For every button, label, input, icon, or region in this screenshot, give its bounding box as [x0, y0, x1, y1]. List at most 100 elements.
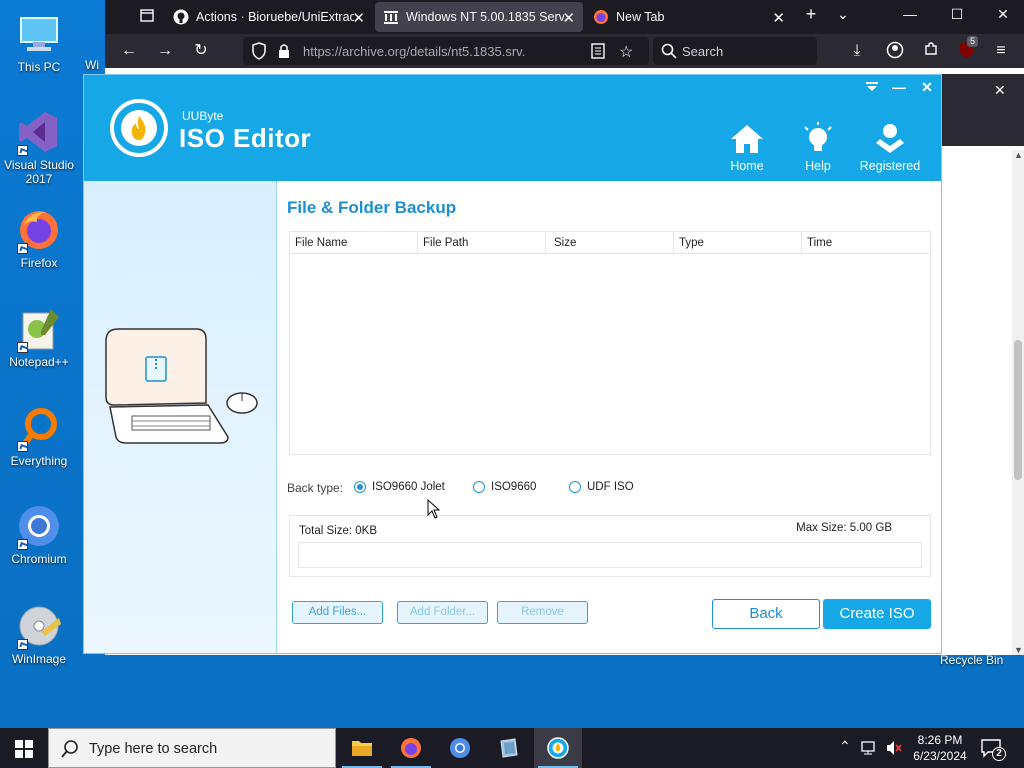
winimage-icon	[500, 738, 518, 758]
taskbar-winimage[interactable]	[485, 728, 533, 768]
add-folder-button[interactable]: Add Folder...	[397, 601, 488, 624]
taskbar-file-explorer[interactable]	[338, 728, 386, 768]
flame-icon	[131, 116, 146, 140]
mouse-cursor-icon	[427, 499, 441, 519]
firefox-icon	[593, 9, 609, 25]
start-button[interactable]	[0, 728, 48, 768]
extension-badge: 5	[967, 36, 979, 47]
tab-strip: Actions · Bioruebe/UniExtract ✕ Windows …	[105, 0, 1024, 34]
search-input[interactable]: Search	[653, 37, 817, 65]
tab-github-actions[interactable]: Actions · Bioruebe/UniExtract ✕	[165, 2, 373, 32]
list-all-tabs-icon[interactable]: ⌄	[833, 6, 853, 23]
desktop-icon-notepad-plus-plus[interactable]: Notepad++	[0, 305, 78, 369]
backup-file-table[interactable]: File Name File Path Size Type Time	[289, 231, 931, 455]
clock-date: 6/23/2024	[913, 749, 967, 763]
winimage-icon	[15, 602, 63, 650]
desktop-icon-everything[interactable]: Everything	[0, 404, 78, 468]
radio-udf-iso[interactable]: UDF ISO	[569, 481, 634, 493]
bookmark-star-icon[interactable]: ☆	[619, 42, 633, 62]
minimize-button[interactable]: —	[900, 6, 920, 22]
extensions-icon[interactable]	[921, 41, 941, 61]
app-brand: UUByte	[182, 109, 224, 123]
app-close-button[interactable]: ✕	[918, 79, 936, 96]
reader-view-icon[interactable]	[591, 43, 605, 62]
column-type[interactable]: Type	[674, 232, 802, 254]
everything-search-icon	[15, 404, 63, 452]
back-arrow-icon[interactable]: ←	[119, 41, 139, 61]
radio-selected-icon	[354, 481, 366, 493]
chromium-icon	[15, 502, 63, 550]
section-title: File & Folder Backup	[287, 198, 457, 217]
back-button[interactable]: Back	[712, 599, 820, 629]
reload-icon[interactable]: ↻	[191, 41, 211, 61]
desktop-icon-firefox[interactable]: Firefox	[0, 206, 78, 270]
maximize-button[interactable]: ☐	[947, 6, 967, 23]
registered-button[interactable]: Registered	[855, 121, 925, 173]
volume-muted-icon[interactable]	[885, 740, 903, 756]
page-scrollbar[interactable]: ▲ ▼	[1012, 150, 1024, 655]
ublock-origin-icon[interactable]: 5	[957, 36, 979, 61]
taskbar-uubyte-iso-editor[interactable]	[534, 728, 582, 768]
forward-arrow-icon[interactable]: →	[155, 41, 175, 61]
scroll-up-icon[interactable]: ▲	[1014, 150, 1023, 160]
shield-icon[interactable]	[251, 42, 267, 63]
radio-iso9660-joliet[interactable]: ISO9660 Jolet	[354, 481, 445, 493]
tab-archive-org[interactable]: Windows NT 5.00.1835 Server ✕	[375, 2, 583, 32]
system-clock[interactable]: 8:26 PM 6/23/2024	[908, 732, 972, 764]
radio-unselected-icon	[569, 481, 581, 493]
radio-unselected-icon	[473, 481, 485, 493]
notification-center-button[interactable]: 2	[980, 738, 1006, 761]
taskbar-chromium[interactable]	[436, 728, 484, 768]
app-minimize-button[interactable]: —	[890, 79, 908, 95]
column-file-path[interactable]: File Path	[418, 232, 546, 254]
close-window-button[interactable]: ✕	[993, 6, 1013, 23]
desktop-icon-chromium[interactable]: Chromium	[0, 502, 78, 566]
taskbar-search-box[interactable]: Type here to search	[48, 728, 336, 768]
laptop-illustration	[105, 328, 258, 444]
url-bar[interactable]: https://archive.org/details/nt5.1835.srv…	[243, 37, 649, 65]
column-size[interactable]: Size	[546, 232, 674, 254]
taskbar-firefox[interactable]	[387, 728, 435, 768]
close-tab-icon[interactable]: ✕	[562, 9, 575, 27]
recycle-bin-label[interactable]: Recycle Bin	[940, 653, 1003, 667]
url-text: https://archive.org/details/nt5.1835.srv…	[303, 44, 525, 59]
add-files-button[interactable]: Add Files...	[292, 601, 383, 624]
desktop-icon-this-pc[interactable]: This PC	[0, 10, 78, 74]
app-header: UUByte ISO Editor — ✕ Home Help Register…	[84, 75, 941, 181]
size-progress-bar	[298, 542, 922, 568]
network-icon[interactable]	[861, 740, 879, 756]
account-icon[interactable]	[885, 41, 905, 61]
registered-user-icon	[872, 121, 908, 157]
column-time[interactable]: Time	[802, 232, 930, 254]
remove-button[interactable]: Remove	[497, 601, 588, 624]
firefox-icon	[15, 206, 63, 254]
file-explorer-icon	[352, 741, 372, 756]
desktop-icon-winimage[interactable]: WinImage	[0, 602, 78, 666]
tab-overview-icon[interactable]	[137, 7, 157, 27]
close-tab-icon[interactable]: ✕	[352, 9, 365, 27]
create-iso-button[interactable]: Create ISO	[823, 599, 931, 629]
desktop-icon-visual-studio[interactable]: Visual Studio 2017	[0, 108, 78, 186]
lock-icon[interactable]	[277, 43, 291, 62]
downloads-icon[interactable]: ⤓	[847, 41, 867, 61]
desktop-icon-partial[interactable]: Wi	[78, 58, 106, 72]
home-button[interactable]: Home	[712, 121, 782, 173]
scroll-down-icon[interactable]: ▼	[1014, 645, 1023, 655]
close-tab-icon[interactable]: ✕	[772, 9, 785, 27]
column-file-name[interactable]: File Name	[290, 232, 418, 254]
size-panel: Total Size: 0KB Max Size: 5.00 GB	[289, 515, 931, 577]
notepad-plus-plus-icon	[15, 305, 63, 353]
firefox-icon	[401, 738, 421, 758]
tab-new-tab[interactable]: New Tab ✕	[585, 2, 793, 32]
app-menu-dropdown-icon[interactable]	[863, 79, 881, 95]
help-button[interactable]: Help	[783, 121, 853, 173]
scrollbar-thumb[interactable]	[1014, 340, 1022, 480]
uubyte-iso-editor-icon	[547, 737, 569, 759]
new-tab-button[interactable]: +	[801, 4, 821, 25]
show-hidden-icons-chevron-icon[interactable]: ⌃	[839, 738, 851, 755]
close-notification-icon[interactable]: ✕	[994, 82, 1006, 99]
menu-hamburger-icon[interactable]: ≡	[991, 41, 1011, 61]
radio-iso9660[interactable]: ISO9660	[473, 481, 536, 493]
search-icon	[61, 740, 78, 758]
search-icon	[661, 43, 677, 62]
